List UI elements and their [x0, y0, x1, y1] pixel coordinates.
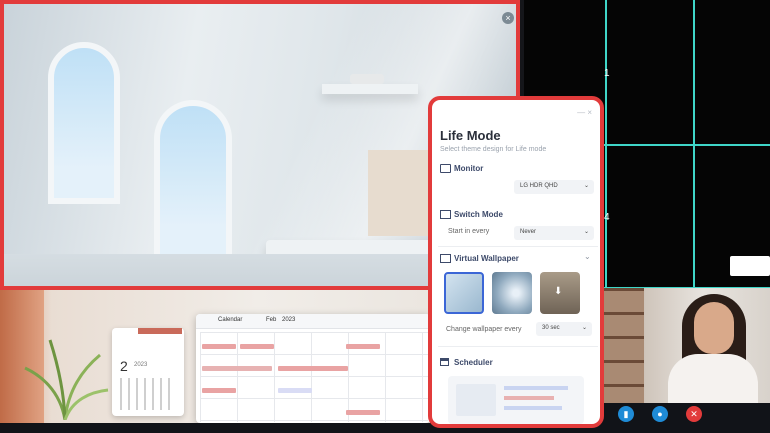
virtual-wallpaper-label: Virtual Wallpaper — [454, 254, 519, 263]
divider — [438, 246, 598, 247]
monitor-select-value: LG HDR QHD — [520, 183, 558, 189]
monitor-select[interactable]: LG HDR QHD ⌄ — [514, 180, 594, 194]
scheduler-label: Scheduler — [454, 358, 493, 367]
life-mode-panel: — × Life Mode Select theme design for Li… — [428, 96, 604, 428]
end-call-icon[interactable]: ✕ — [686, 406, 702, 422]
monitor-label: Monitor — [454, 164, 484, 173]
calendar-event[interactable] — [278, 388, 312, 393]
wallpaper-icon — [440, 254, 451, 263]
desk-scene: 2 2023 Calendar Feb 2023 — [0, 290, 430, 423]
grid-cell-label-1: 1 — [604, 68, 610, 79]
scheduler-preview-bar — [504, 386, 568, 390]
start-in-every-select[interactable]: Never ⌄ — [514, 226, 594, 240]
chat-icon[interactable]: ● — [652, 406, 668, 422]
video-call-tile — [604, 288, 770, 406]
calendar-app-year: 2023 — [282, 317, 296, 323]
wallpaper-thumbnail-selected[interactable] — [444, 272, 484, 314]
panel-subtitle: Select theme design for Life mode — [440, 146, 547, 153]
change-wallpaper-label: Change wallpaper every — [446, 326, 522, 333]
scheduler-preview-card — [456, 384, 496, 416]
plant-illustration — [24, 339, 109, 420]
chevron-down-icon[interactable]: ⌄ — [584, 252, 591, 261]
switch-mode-label: Switch Mode — [454, 210, 503, 219]
calendar-event[interactable] — [278, 366, 348, 371]
download-icon: ⬇ — [554, 286, 563, 297]
change-wallpaper-select[interactable]: 30 sec ⌄ — [536, 322, 592, 336]
person-body — [668, 354, 758, 406]
bottom-strip — [0, 423, 770, 433]
start-in-every-label: Start in every — [448, 228, 490, 235]
scheduler-preview-bar — [504, 396, 554, 400]
chevron-down-icon: ⌄ — [583, 183, 589, 189]
switch-mode-icon — [440, 210, 451, 219]
wallpaper-thumbnail[interactable] — [492, 272, 532, 314]
bookshelf — [604, 288, 644, 406]
change-wallpaper-value: 30 sec — [542, 325, 560, 331]
desk-calendar-day: 2 — [120, 358, 128, 374]
scheduler-preview-bar — [504, 406, 562, 410]
arch-window-left — [48, 42, 120, 204]
calendar-event[interactable] — [240, 344, 274, 349]
desk-calendar-header — [138, 328, 182, 334]
calendar-event[interactable] — [346, 344, 380, 349]
person-face — [694, 302, 734, 354]
calendar-event[interactable] — [346, 410, 380, 415]
desk-calendar-year: 2023 — [134, 362, 148, 368]
wall-shelf — [322, 84, 418, 94]
chevron-down-icon: ⌄ — [581, 325, 587, 331]
calendar-event[interactable] — [202, 388, 236, 393]
calendar-app-month: Feb — [266, 317, 277, 323]
signal-icon[interactable]: ▮ — [618, 406, 634, 422]
calendar-event[interactable] — [202, 344, 236, 349]
tooltip-card — [730, 256, 770, 276]
window-controls: — × — [577, 108, 592, 117]
panel-title: Life Mode — [440, 128, 501, 143]
scheduler-preview[interactable] — [448, 376, 584, 424]
monitor-icon — [440, 164, 451, 173]
grid-cell-label-4: 4 — [604, 212, 610, 223]
desk-calendar-grid — [120, 378, 176, 410]
shelf-object — [350, 74, 384, 84]
wall-frame — [368, 150, 428, 236]
start-in-every-value: Never — [520, 229, 537, 235]
calendar-icon — [440, 358, 449, 366]
desk-calendar: 2 2023 — [112, 328, 184, 416]
calendar-app-title: Calendar — [218, 317, 243, 323]
divider — [438, 346, 598, 347]
calendar-app-window: Calendar Feb 2023 — [196, 314, 430, 423]
wallpaper-thumbnail-download[interactable]: ⬇ — [540, 272, 580, 314]
arch-window-right — [154, 100, 232, 262]
close-icon[interactable]: × — [502, 12, 514, 24]
chevron-down-icon: ⌄ — [583, 229, 589, 235]
calendar-event[interactable] — [202, 366, 272, 371]
